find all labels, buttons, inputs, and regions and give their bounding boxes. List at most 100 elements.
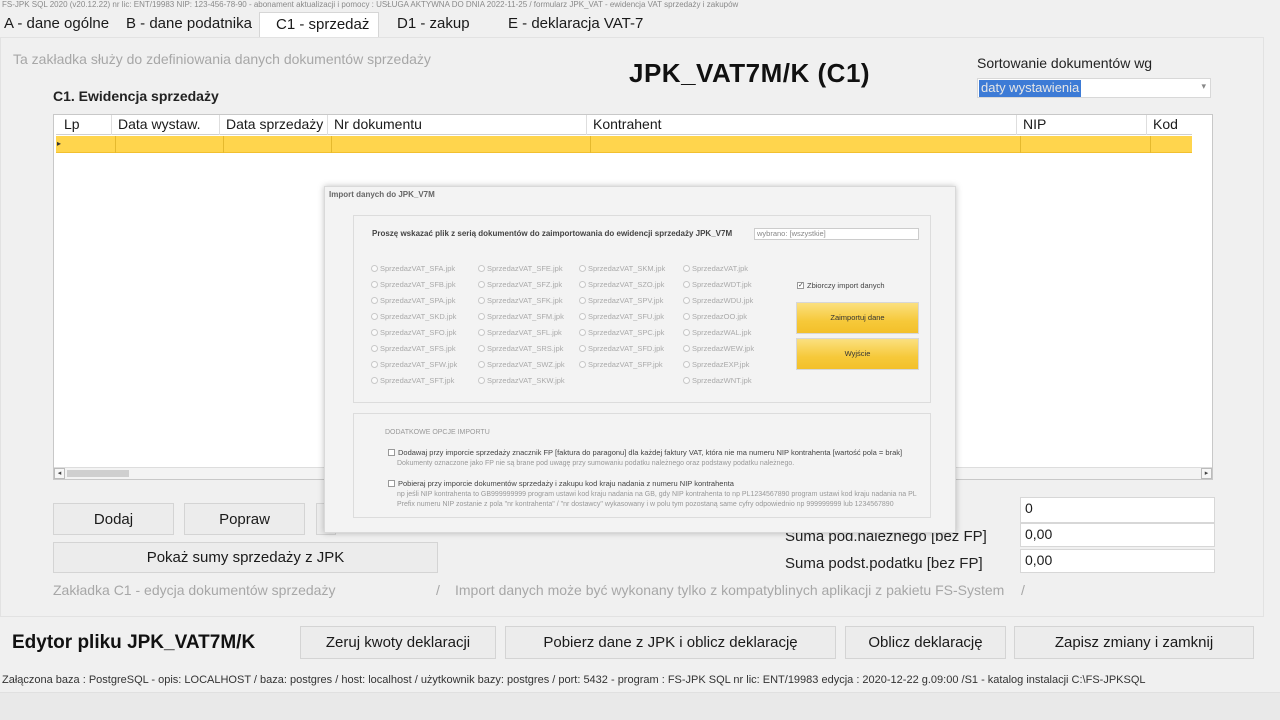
scroll-right-icon[interactable]: ▸ bbox=[1201, 468, 1212, 479]
radio-file[interactable]: SprzedazVAT_SFS.jpk bbox=[371, 344, 456, 353]
info-right: Import danych może być wykonany tylko z … bbox=[455, 582, 1005, 598]
section-title: C1. Ewidencja sprzedaży bbox=[53, 88, 219, 104]
radio-file[interactable]: SprzedazVAT_SKW.jpk bbox=[478, 376, 565, 385]
col-kod[interactable]: Kod bbox=[1147, 115, 1192, 135]
col-data-wystaw[interactable]: Data wystaw. bbox=[112, 115, 220, 135]
fetch-and-calc-button[interactable]: Pobierz dane z JPK i oblicz deklarację bbox=[505, 626, 836, 659]
import-data-button[interactable]: Zaimportuj dane bbox=[796, 302, 919, 334]
tab-strip: A - dane ogólne B - dane podatnika C1 - … bbox=[0, 12, 1280, 38]
radio-icon bbox=[683, 329, 690, 336]
radio-file[interactable]: SprzedazVAT_SFD.jpk bbox=[579, 344, 664, 353]
reset-amounts-button[interactable]: Zeruj kwoty deklaracji bbox=[300, 626, 496, 659]
checkbox-icon bbox=[388, 480, 395, 487]
dialog-title: Import danych do JPK_V7M bbox=[329, 190, 435, 199]
radio-icon bbox=[371, 265, 378, 272]
radio-file[interactable]: SprzedazVAT_SFB.jpk bbox=[371, 280, 456, 289]
radio-file[interactable]: SprzedazWDU.jpk bbox=[683, 296, 753, 305]
tab-deklaracja[interactable]: E - deklaracja VAT-7 bbox=[492, 12, 652, 38]
radio-icon bbox=[579, 361, 586, 368]
radio-file[interactable]: SprzedazVAT_SFM.jpk bbox=[478, 312, 564, 321]
radio-icon bbox=[579, 265, 586, 272]
radio-file[interactable]: SprzedazVAT_SPV.jpk bbox=[579, 296, 663, 305]
country-code-checkbox[interactable]: Pobieraj przy imporcie dokumentów sprzed… bbox=[388, 479, 734, 488]
radio-file[interactable]: SprzedazVAT_SFU.jpk bbox=[579, 312, 664, 321]
edit-button[interactable]: Popraw bbox=[184, 503, 305, 535]
file-select-panel: Proszę wskazać plik z serią dokumentów d… bbox=[353, 215, 931, 403]
col-nip[interactable]: NIP bbox=[1017, 115, 1147, 135]
radio-file[interactable]: SprzedazVAT_SFO.jpk bbox=[371, 328, 456, 337]
info-left: Zakładka C1 - edycja dokumentów sprzedaż… bbox=[53, 582, 336, 598]
radio-file[interactable]: SprzedazVAT_SFZ.jpk bbox=[478, 280, 562, 289]
bulk-import-checkbox[interactable]: ✓ Zbiorczy import danych bbox=[797, 281, 885, 290]
file-filter-field[interactable]: wybrano: [wszystkie] bbox=[754, 228, 919, 240]
radio-icon bbox=[478, 361, 485, 368]
col-nr-dokumentu[interactable]: Nr dokumentu bbox=[328, 115, 587, 135]
info-separator-end: / bbox=[1021, 582, 1025, 598]
country-code-note-1: np jeśli NIP kontrahenta to GB999999999 … bbox=[397, 491, 917, 498]
import-dialog[interactable]: Import danych do JPK_V7M Proszę wskazać … bbox=[324, 186, 956, 533]
radio-file[interactable]: SprzedazWDT.jpk bbox=[683, 280, 752, 289]
scroll-thumb[interactable] bbox=[67, 470, 129, 477]
radio-file[interactable]: SprzedazWNT.jpk bbox=[683, 376, 752, 385]
radio-file[interactable]: SprzedazVAT_SKD.jpk bbox=[371, 312, 456, 321]
radio-icon bbox=[683, 377, 690, 384]
radio-file[interactable]: SprzedazOO.jpk bbox=[683, 312, 747, 321]
show-sums-button[interactable]: Pokaż sumy sprzedaży z JPK bbox=[53, 542, 438, 573]
bottom-strip bbox=[0, 692, 1280, 720]
radio-icon bbox=[371, 329, 378, 336]
tab-sprzedaz[interactable]: C1 - sprzedaż bbox=[259, 12, 379, 38]
row-pointer-icon: ▸ bbox=[57, 139, 62, 148]
radio-icon bbox=[683, 281, 690, 288]
due-tax-field[interactable]: 0,00 bbox=[1020, 523, 1215, 547]
radio-icon bbox=[371, 345, 378, 352]
radio-file[interactable]: SprzedazVAT_SFE.jpk bbox=[478, 264, 563, 273]
table-row[interactable]: ▸ bbox=[56, 136, 1192, 153]
tab-dane-podatnika[interactable]: B - dane podatnika bbox=[118, 12, 259, 38]
radio-file[interactable]: SprzedazEXP.jpk bbox=[683, 360, 749, 369]
tax-base-field[interactable]: 0,00 bbox=[1020, 549, 1215, 573]
info-separator: / bbox=[436, 582, 440, 598]
sort-select[interactable]: daty wystawienia ▾ bbox=[977, 78, 1211, 98]
col-kontrahent[interactable]: Kontrahent bbox=[587, 115, 1017, 135]
fp-marker-note: Dokumenty oznaczone jako FP nie są brane… bbox=[397, 460, 795, 467]
sort-selected-value: daty wystawienia bbox=[979, 80, 1082, 97]
tab-zakup[interactable]: D1 - zakup bbox=[379, 12, 492, 38]
count-field[interactable]: 0 bbox=[1020, 497, 1215, 523]
add-button[interactable]: Dodaj bbox=[53, 503, 174, 535]
exit-button[interactable]: Wyjście bbox=[796, 338, 919, 370]
radio-icon bbox=[683, 297, 690, 304]
radio-file[interactable]: SprzedazVAT_SFT.jpk bbox=[371, 376, 454, 385]
radio-file[interactable]: SprzedazWAL.jpk bbox=[683, 328, 751, 337]
col-lp[interactable]: Lp bbox=[58, 115, 112, 135]
tab-dane-ogolne[interactable]: A - dane ogólne bbox=[0, 12, 118, 38]
radio-file[interactable]: SprzedazVAT_SFP.jpk bbox=[579, 360, 663, 369]
save-close-button[interactable]: Zapisz zmiany i zamknij bbox=[1014, 626, 1254, 659]
radio-file[interactable]: SprzedazVAT_SPC.jpk bbox=[579, 328, 664, 337]
radio-icon bbox=[683, 361, 690, 368]
radio-icon bbox=[478, 329, 485, 336]
radio-file[interactable]: SprzedazVAT_SFW.jpk bbox=[371, 360, 457, 369]
checkbox-icon bbox=[388, 449, 395, 456]
radio-file[interactable]: SprzedazVAT_SRS.jpk bbox=[478, 344, 563, 353]
radio-file[interactable]: SprzedazVAT_SFA.jpk bbox=[371, 264, 455, 273]
radio-file[interactable]: SprzedazVAT_SPA.jpk bbox=[371, 296, 455, 305]
radio-file[interactable]: SprzedazVAT.jpk bbox=[683, 264, 748, 273]
scroll-left-icon[interactable]: ◂ bbox=[54, 468, 65, 479]
radio-file[interactable]: SprzedazVAT_SFL.jpk bbox=[478, 328, 562, 337]
radio-file[interactable]: SprzedazVAT_SFK.jpk bbox=[478, 296, 563, 305]
editor-title: Edytor pliku JPK_VAT7M/K bbox=[12, 632, 256, 653]
radio-icon bbox=[371, 313, 378, 320]
radio-file[interactable]: SprzedazWEW.jpk bbox=[683, 344, 754, 353]
calculate-declaration-button[interactable]: Oblicz deklarację bbox=[845, 626, 1006, 659]
radio-file[interactable]: SprzedazVAT_SWZ.jpk bbox=[478, 360, 565, 369]
fp-marker-checkbox[interactable]: Dodawaj przy imporcie sprzedaży znacznik… bbox=[388, 448, 902, 457]
radio-file[interactable]: SprzedazVAT_SKM.jpk bbox=[579, 264, 665, 273]
chevron-down-icon: ▾ bbox=[1201, 81, 1206, 91]
col-data-sprzedazy[interactable]: Data sprzedaży bbox=[220, 115, 328, 135]
page-title: JPK_VAT7M/K (C1) bbox=[629, 58, 871, 88]
radio-icon bbox=[371, 377, 378, 384]
radio-icon bbox=[478, 297, 485, 304]
status-bar: Załączona baza : PostgreSQL - opis: LOCA… bbox=[2, 674, 1146, 686]
radio-icon bbox=[683, 345, 690, 352]
radio-file[interactable]: SprzedazVAT_SZO.jpk bbox=[579, 280, 664, 289]
